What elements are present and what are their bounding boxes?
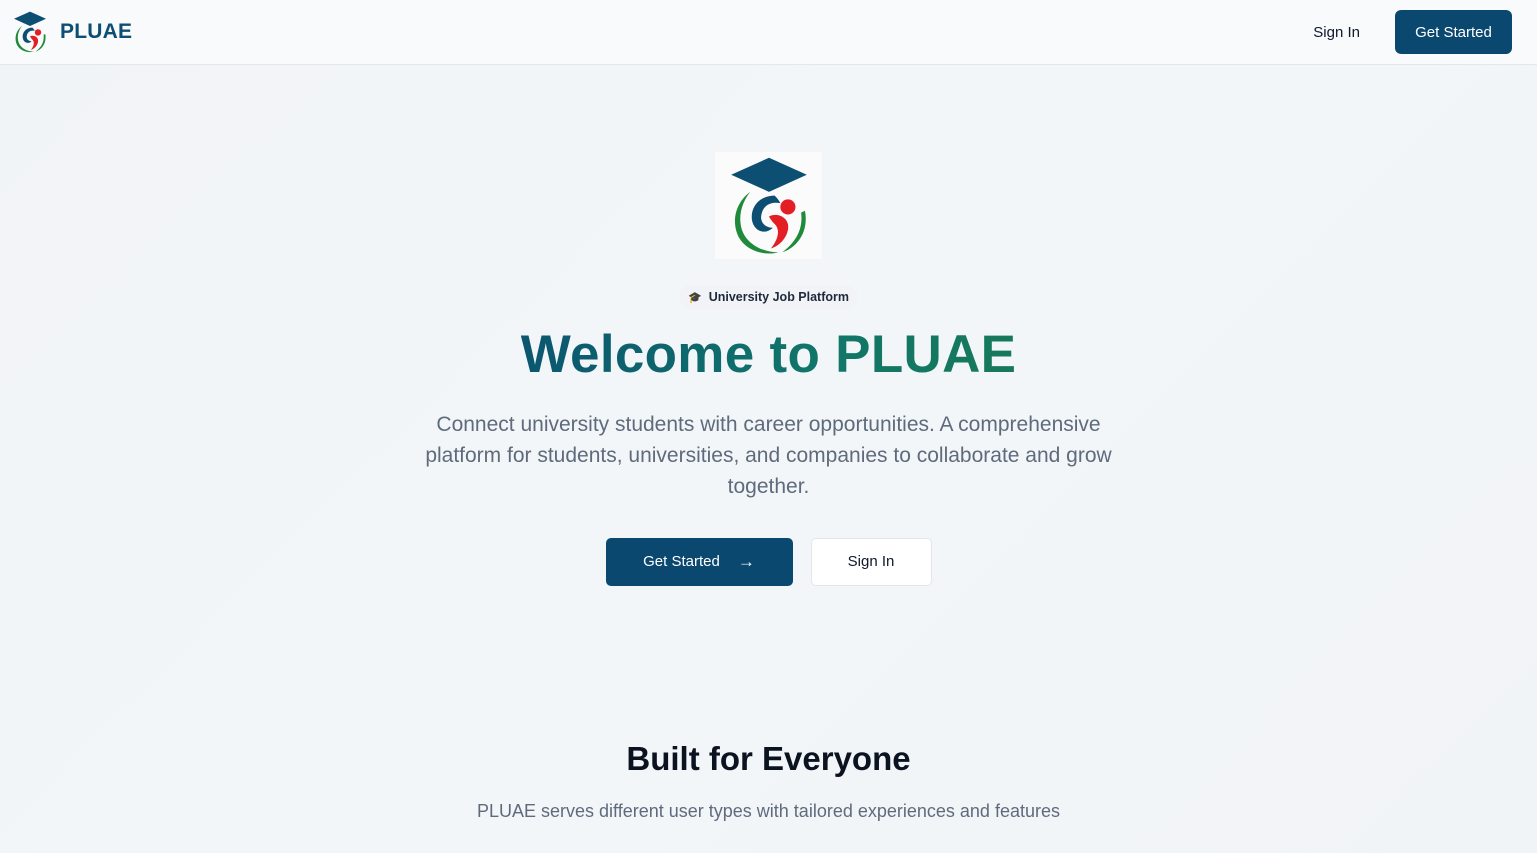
nav-actions: Sign In Get Started — [1313, 10, 1512, 54]
hero-get-started-label: Get Started — [643, 553, 720, 571]
top-navbar: PLUAE Sign In Get Started — [0, 0, 1537, 65]
brand[interactable]: PLUAE — [10, 10, 132, 54]
hero-get-started-button[interactable]: Get Started → — [605, 537, 793, 586]
graduation-cap-icon: 🎓 — [687, 291, 702, 304]
hero-logo — [715, 152, 822, 259]
nav-get-started-button[interactable]: Get Started — [1395, 10, 1512, 54]
pluae-logo-large-icon — [730, 157, 807, 253]
features-subtitle: PLUAE serves different user types with t… — [477, 801, 1060, 821]
features-section: Built for Everyone PLUAE serves differen… — [0, 740, 1537, 822]
hero-title: Welcome to PLUAE — [521, 323, 1017, 387]
features-title: Built for Everyone — [626, 740, 911, 777]
nav-sign-in-button[interactable]: Sign In — [1313, 24, 1360, 41]
pluae-logo-icon — [14, 11, 46, 53]
hero-buttons: Get Started → Sign In — [605, 537, 932, 586]
brand-name: PLUAE — [60, 20, 133, 43]
hero-section: 🎓 University Job Platform Welcome to PLU… — [0, 65, 1537, 586]
arrow-right-icon: → — [737, 551, 755, 571]
hero-sign-in-button[interactable]: Sign In — [810, 537, 932, 586]
platform-badge: 🎓 University Job Platform — [678, 285, 859, 309]
hero-description: Connect university students with career … — [425, 412, 1112, 498]
badge-label: University Job Platform — [708, 290, 850, 304]
